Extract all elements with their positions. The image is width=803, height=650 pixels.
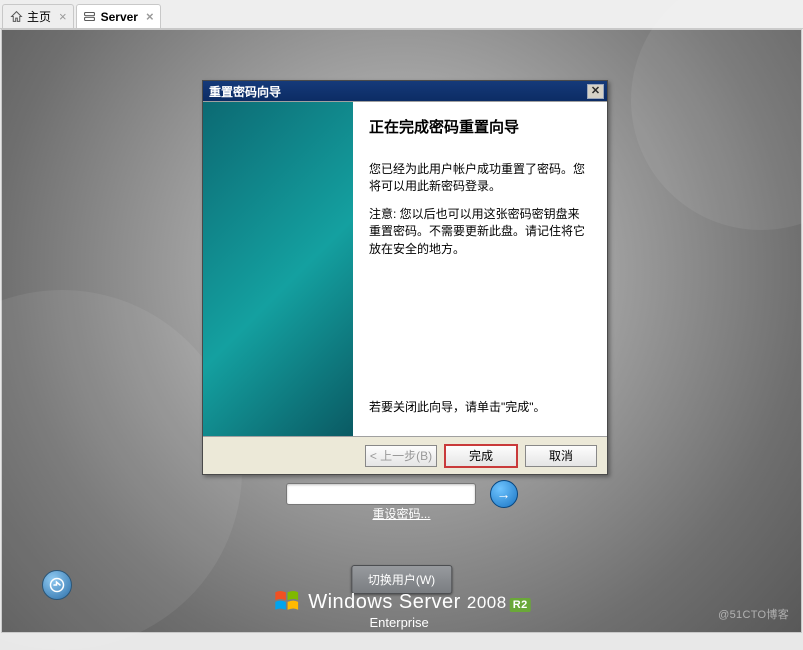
tab-home-close-icon[interactable]: × [59, 9, 67, 24]
wizard-cancel-button[interactable]: 取消 [525, 445, 597, 467]
wizard-paragraph-2: 注意: 您以后也可以用这张密码密钥盘来重置密码。不需要更新此盘。请记住将它放在安… [369, 206, 591, 258]
accessibility-icon [49, 577, 65, 593]
brand-line: Windows Server 2008R2 [308, 591, 531, 614]
browser-tabbar: 主页 × Server × [0, 0, 803, 29]
wizard-finish-button[interactable]: 完成 [445, 445, 517, 467]
reset-password-wizard: 重置密码向导 ✕ 正在完成密码重置向导 您已经为此用户帐户成功重置了密码。您将可… [202, 80, 608, 475]
login-submit-button[interactable]: → [490, 480, 518, 508]
wizard-back-button: < 上一步(B) [365, 445, 437, 467]
ease-of-access-button[interactable] [42, 570, 72, 600]
wizard-body: 正在完成密码重置向导 您已经为此用户帐户成功重置了密码。您将可以用此新密码登录。… [203, 101, 607, 436]
wizard-paragraph-1: 您已经为此用户帐户成功重置了密码。您将可以用此新密码登录。 [369, 161, 591, 196]
windows-flag-icon [272, 587, 300, 618]
wizard-side-graphic [203, 102, 353, 436]
tab-server-close-icon[interactable]: × [146, 9, 154, 24]
arrow-right-icon: → [497, 486, 511, 502]
watermark: @51CTO博客 [718, 606, 789, 622]
wizard-main-panel: 正在完成密码重置向导 您已经为此用户帐户成功重置了密码。您将可以用此新密码登录。… [353, 102, 607, 436]
wizard-titlebar[interactable]: 重置密码向导 ✕ [203, 81, 607, 101]
tab-server[interactable]: Server × [76, 4, 161, 28]
server-icon [83, 10, 97, 24]
wizard-footer: < 上一步(B) 完成 取消 [203, 436, 607, 474]
wizard-heading: 正在完成密码重置向导 [369, 116, 591, 137]
login-row: → [286, 480, 518, 508]
tab-server-label: Server [101, 10, 138, 24]
wizard-paragraph-3: 若要关闭此向导，请单击"完成"。 [369, 399, 591, 416]
wizard-close-button[interactable]: ✕ [587, 84, 604, 99]
home-icon [9, 10, 23, 24]
reset-password-link[interactable]: 重设密码... [372, 505, 430, 522]
login-screen: → 重设密码... 切换用户(W) Windows Server 2008R2 … [1, 29, 802, 633]
os-brand: Windows Server 2008R2 [272, 587, 531, 618]
password-input[interactable] [286, 483, 476, 505]
wizard-title: 重置密码向导 [209, 83, 281, 100]
tab-home-label: 主页 [27, 8, 51, 25]
tab-home[interactable]: 主页 × [2, 4, 74, 28]
os-edition: Enterprise [262, 615, 542, 630]
